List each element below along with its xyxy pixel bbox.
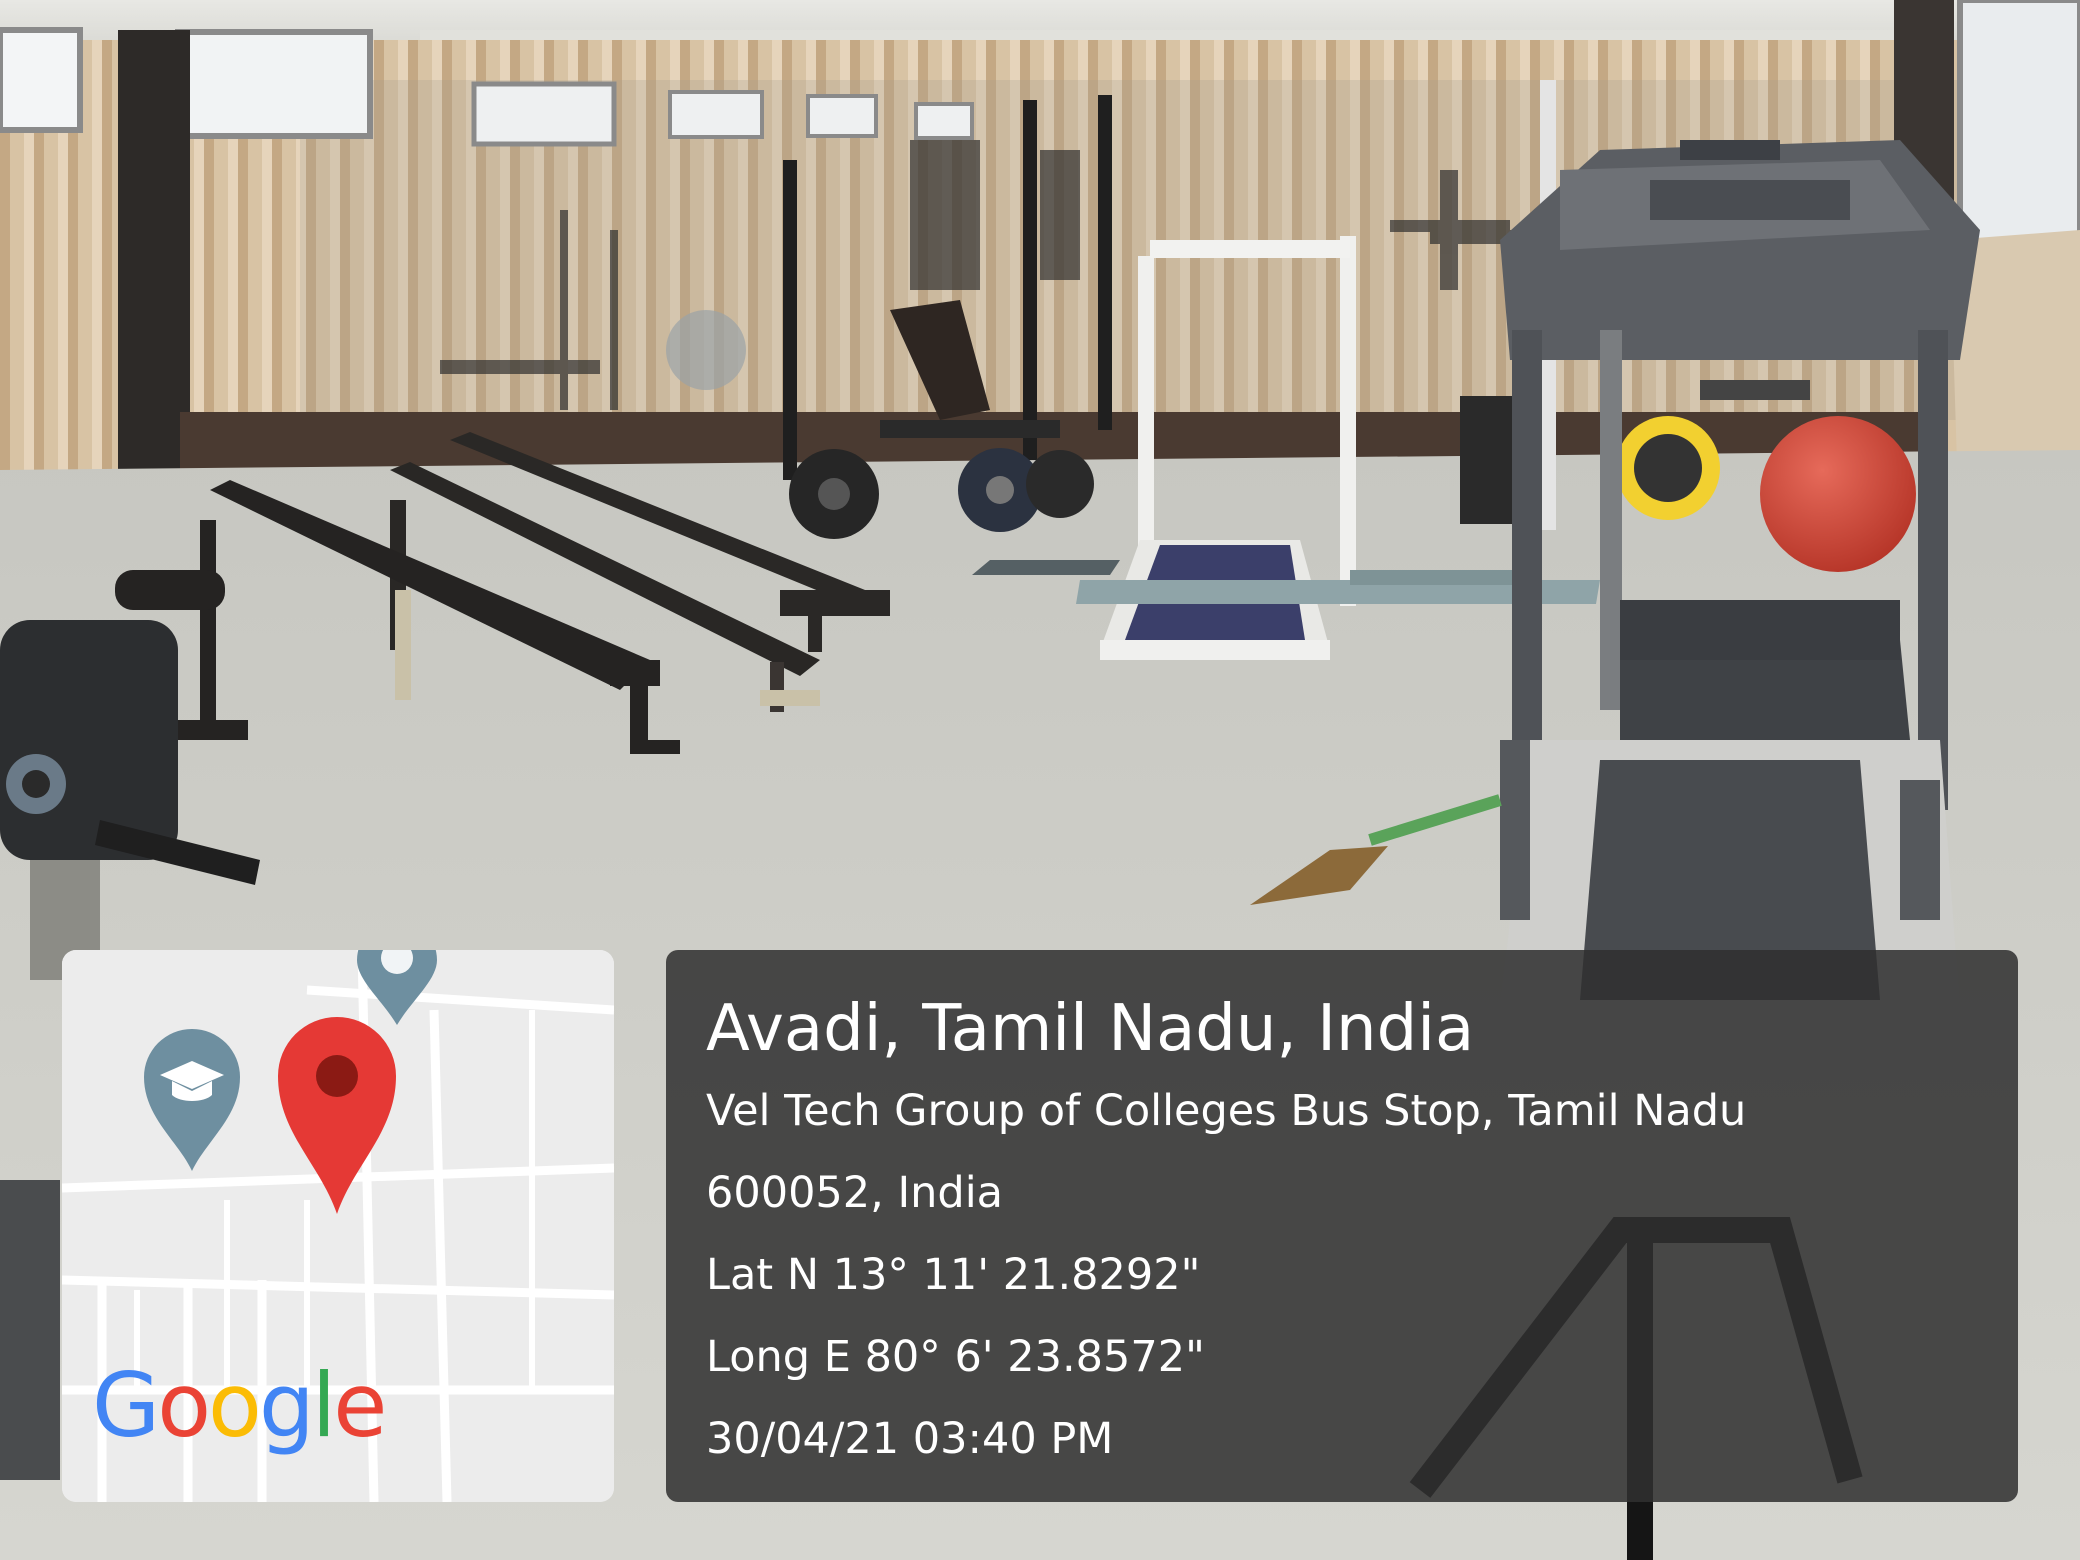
google-logo-letter: G (92, 1354, 160, 1457)
latitude-text: Lat N 13° 11' 21.8292" (706, 1250, 1201, 1300)
geotag-info-panel: Avadi, Tamil Nadu, India Vel Tech Group … (666, 950, 2018, 1502)
address-line-2: 600052, India (706, 1168, 1004, 1218)
geotag-photo: Google Avadi, Tamil Nadu, India Vel Tech… (0, 0, 2080, 1560)
location-title: Avadi, Tamil Nadu, India (706, 992, 1475, 1066)
timestamp-text: 30/04/21 03:40 PM (706, 1414, 1114, 1464)
google-logo: Google (92, 1354, 387, 1457)
window (914, 102, 974, 140)
map-thumbnail[interactable]: Google (62, 950, 614, 1502)
address-line-1: Vel Tech Group of Colleges Bus Stop, Tam… (706, 1086, 1747, 1136)
longitude-text: Long E 80° 6' 23.8572" (706, 1332, 1205, 1382)
google-logo-letter: o (208, 1354, 262, 1457)
window (806, 94, 878, 138)
window (471, 81, 617, 147)
window (175, 29, 373, 139)
google-logo-letter: l (311, 1354, 337, 1457)
floor-mat (972, 560, 1120, 575)
window (0, 27, 83, 133)
floor-mat (1350, 570, 1540, 585)
pillar (118, 30, 190, 470)
school-pin-icon (144, 1029, 240, 1171)
google-logo-letter: e (333, 1354, 387, 1457)
location-pin-icon (278, 1017, 396, 1214)
window (668, 90, 764, 139)
exercise-ball (1760, 416, 1916, 572)
google-logo-letter: g (258, 1354, 315, 1457)
google-logo-letter: o (157, 1354, 211, 1457)
